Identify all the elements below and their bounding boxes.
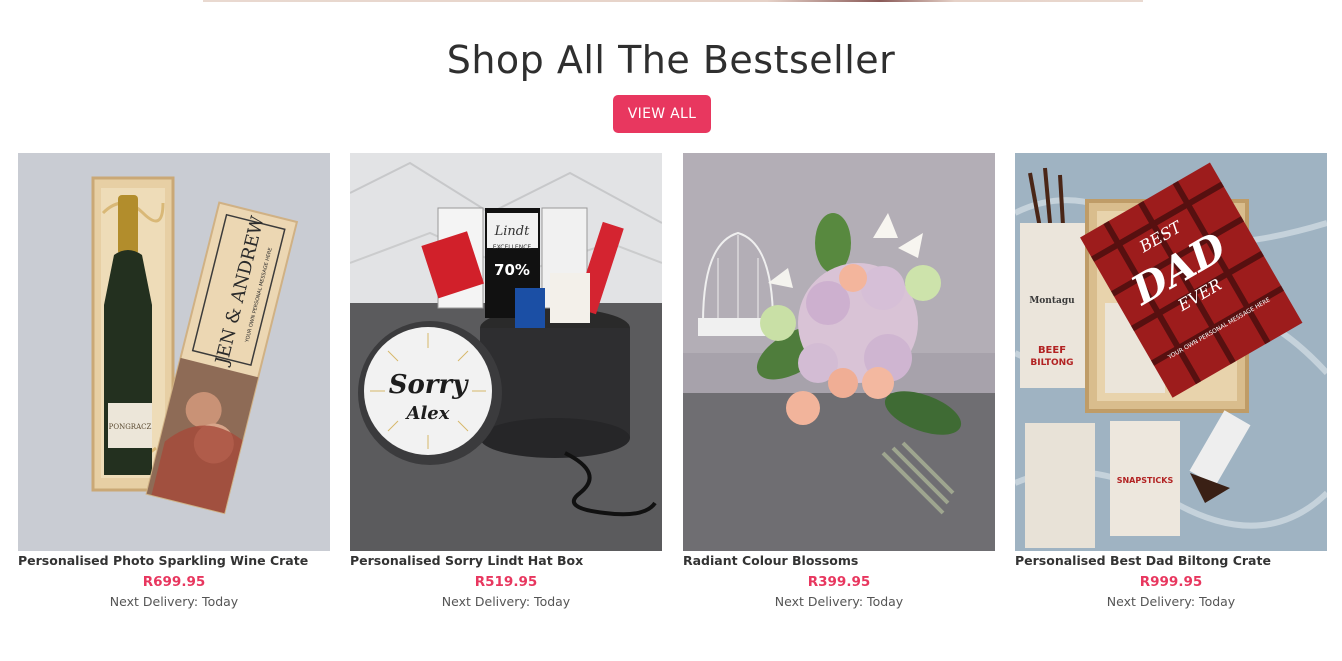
product-name[interactable]: Personalised Best Dad Biltong Crate <box>1015 553 1327 571</box>
lindt-excellence-text: EXCELLENCE <box>493 244 532 251</box>
lindt-percent-text: 70% <box>494 261 530 279</box>
product-delivery: Next Delivery: Today <box>109 594 239 609</box>
bag1-beef-text: BEEF <box>1038 345 1066 356</box>
product-image-dad-biltong-crate[interactable]: Montagu BEEF BILTONG SNAPSTICKS BEST DAD… <box>1015 153 1327 551</box>
lid-name-text: Alex <box>405 403 450 424</box>
product-image-lindt-hat-box[interactable]: Lindt EXCELLENCE 70% Sorry Alex <box>350 153 662 551</box>
product-delivery: Next Delivery: Today <box>1106 594 1236 609</box>
product-delivery: Next Delivery: Today <box>441 594 571 609</box>
product-image-colour-blossoms[interactable] <box>683 153 995 551</box>
product-card[interactable]: Lindt EXCELLENCE 70% Sorry Alex Personal… <box>350 153 662 612</box>
bottle-label-text: PONGRACZ <box>109 423 152 431</box>
section-title: Shop All The Bestseller <box>446 38 896 82</box>
product-card[interactable]: Radiant Colour Blossoms R399.95 Next Del… <box>683 153 995 612</box>
lid-sorry-text: Sorry <box>389 370 470 400</box>
product-price: R699.95 <box>142 574 206 590</box>
product-name[interactable]: Personalised Sorry Lindt Hat Box <box>350 553 662 571</box>
product-price: R519.95 <box>474 574 538 590</box>
product-image-wine-crate[interactable]: PONGRACZ JEN & ANDREW YOUR OWN PERSONAL … <box>18 153 330 551</box>
product-name[interactable]: Personalised Photo Sparkling Wine Crate <box>18 553 330 571</box>
product-name[interactable]: Radiant Colour Blossoms <box>683 553 995 571</box>
product-delivery: Next Delivery: Today <box>774 594 904 609</box>
bag1-brand-text: Montagu <box>1029 296 1075 306</box>
lindt-logo-text: Lindt <box>494 224 530 239</box>
bag2-snapsticks-text: SNAPSTICKS <box>1117 476 1174 485</box>
product-card[interactable]: PONGRACZ JEN & ANDREW YOUR OWN PERSONAL … <box>18 153 330 612</box>
bag1-biltong-text: BILTONG <box>1030 358 1073 368</box>
banner-bottom-edge <box>203 0 1143 2</box>
product-price: R999.95 <box>1139 574 1203 590</box>
product-price: R399.95 <box>807 574 871 590</box>
product-card[interactable]: Montagu BEEF BILTONG SNAPSTICKS BEST DAD… <box>1015 153 1327 612</box>
view-all-button[interactable]: VIEW ALL <box>613 95 711 133</box>
